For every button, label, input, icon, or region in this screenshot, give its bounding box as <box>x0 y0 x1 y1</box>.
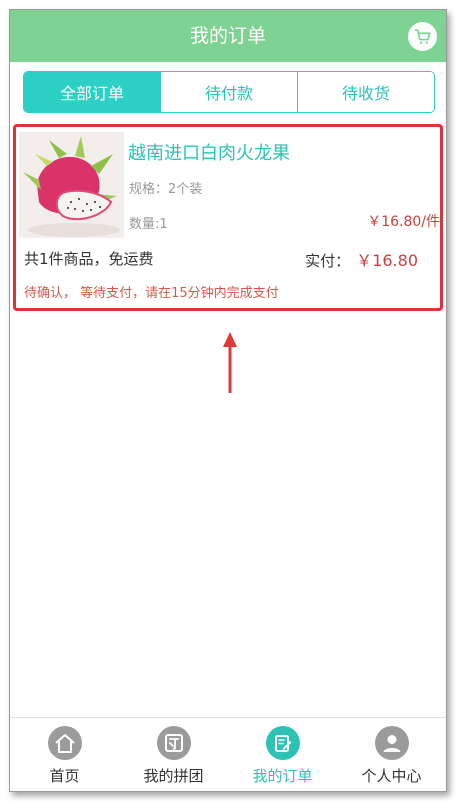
product-quantity: 数量:1 <box>129 217 168 232</box>
nav-label-home: 首页 <box>49 767 80 785</box>
product-spec: 规格：2个装 <box>129 182 203 197</box>
group-icon <box>156 726 191 760</box>
order-card[interactable]: 越南进口白肉火龙果 规格：2个装 数量:1 ￥16.80/件 共1件商品，免运费… <box>13 124 443 311</box>
tab-all-orders[interactable]: 全部订单 <box>24 72 160 112</box>
shopping-cart-icon <box>414 28 431 44</box>
nav-label-profile: 个人中心 <box>361 767 422 785</box>
order-edit-icon <box>265 726 300 760</box>
page-title: 我的订单 <box>189 25 266 47</box>
order-summary: 共1件商品，免运费 <box>24 250 154 268</box>
order-status: 待确认， 等待支付，请在15分钟内完成支付 <box>24 286 279 301</box>
dragon-fruit-image <box>19 132 124 238</box>
nav-item-profile[interactable]: 个人中心 <box>337 718 446 791</box>
paid-total: 实付： ￥16.80 <box>305 247 418 271</box>
user-icon <box>374 726 409 760</box>
order-tabs: 全部订单 待付款 待收货 <box>23 71 435 113</box>
unit-price: ￥16.80/件 <box>367 214 440 230</box>
home-icon <box>47 726 82 760</box>
nav-label-orders: 我的订单 <box>252 767 313 785</box>
product-image[interactable] <box>19 132 124 238</box>
bottom-nav: 首页 我的拼团 我的订单 个人中心 <box>10 717 446 791</box>
tab-pending-payment[interactable]: 待付款 <box>160 72 297 112</box>
paid-label: 实付： <box>305 252 351 270</box>
paid-amount: ￥16.80 <box>356 251 418 270</box>
nav-item-home[interactable]: 首页 <box>10 718 119 791</box>
nav-label-group: 我的拼团 <box>143 767 204 785</box>
nav-item-orders[interactable]: 我的订单 <box>228 718 337 791</box>
arrow-up-icon <box>223 332 237 393</box>
nav-item-group[interactable]: 我的拼团 <box>119 718 228 791</box>
app-header: 我的订单 <box>10 10 446 62</box>
cart-button[interactable] <box>408 22 437 51</box>
tab-pending-receipt[interactable]: 待收货 <box>297 72 434 112</box>
product-name[interactable]: 越南进口白肉火龙果 <box>128 139 290 165</box>
phone-screen: 我的订单 全部订单 待付款 待收货 越南进口白肉火龙果 规格：2个装 数量:1 … <box>9 9 447 792</box>
